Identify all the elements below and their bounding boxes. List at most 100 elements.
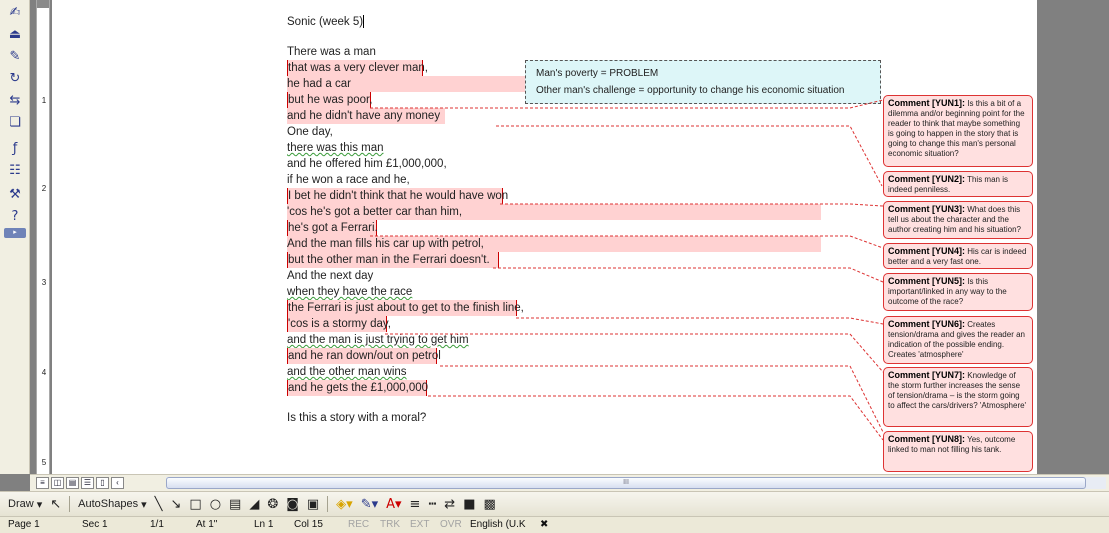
- clipart-icon[interactable]: ◙: [286, 497, 299, 512]
- spelling-status-icon[interactable]: ✖: [540, 519, 548, 530]
- story-line[interactable]: There was a man: [287, 44, 376, 60]
- story-line[interactable]: I bet he didn't think that he would have…: [287, 188, 508, 204]
- scrollbar-track[interactable]: III: [166, 477, 1106, 489]
- story-line[interactable]: he had a car: [287, 76, 527, 92]
- story-line[interactable]: and he ran down/out on petrol: [287, 348, 441, 364]
- comment-balloon[interactable]: Comment [YUN8]: Yes, outcome linked to m…: [883, 431, 1033, 472]
- story-line[interactable]: the Ferrari is just about to get to the …: [287, 300, 524, 316]
- print-view-icon[interactable]: ▤: [66, 477, 79, 489]
- arrow-style-icon[interactable]: ⇄: [444, 497, 455, 512]
- line-style-icon[interactable]: ≡: [410, 497, 421, 512]
- status-ovr[interactable]: OVR: [440, 519, 462, 530]
- callout-line: Man's poverty = PROBLEM: [536, 68, 659, 79]
- reading-view-icon[interactable]: ▯: [96, 477, 109, 489]
- status-page-of: 1/1: [150, 519, 164, 530]
- status-line: Ln 1: [254, 519, 274, 530]
- toolbar-separator: [69, 496, 71, 512]
- story-line[interactable]: if he won a race and he,: [287, 172, 410, 188]
- ink-annotation-icon[interactable]: ✍: [6, 4, 24, 22]
- story-line[interactable]: 'cos is a stormy day,: [287, 316, 391, 332]
- insert-comment-icon[interactable]: ❏: [6, 114, 24, 132]
- status-ext[interactable]: EXT: [410, 519, 429, 530]
- dash-style-icon[interactable]: ┅: [428, 497, 436, 512]
- comment-balloon[interactable]: Comment [YUN4]: His car is indeed better…: [883, 243, 1033, 269]
- table-icon[interactable]: ☷: [6, 162, 24, 180]
- arrow-icon[interactable]: ↘: [171, 497, 182, 512]
- refresh-icon[interactable]: ↻: [6, 70, 24, 88]
- status-section: Sec 1: [82, 519, 108, 530]
- toolbar-expand-icon[interactable]: ▸: [4, 228, 26, 238]
- comment-balloon[interactable]: Comment [YUN7]: Knowledge of the storm f…: [883, 367, 1033, 427]
- comment-label: Comment [YUN6]:: [888, 319, 966, 329]
- story-line[interactable]: and he offered him £1,000,000,: [287, 156, 447, 172]
- comment-label: Comment [YUN2]:: [888, 174, 966, 184]
- textbox-icon[interactable]: ▤: [229, 497, 241, 512]
- story-line[interactable]: And the man fills his car up with petrol…: [287, 236, 821, 252]
- ruler-mark: 5: [41, 458, 47, 467]
- oval-icon[interactable]: ○: [210, 497, 221, 512]
- story-line[interactable]: and the other man wins: [287, 364, 407, 380]
- status-trk[interactable]: TRK: [380, 519, 400, 530]
- toolbar-separator: [327, 496, 329, 512]
- comment-label: Comment [YUN8]:: [888, 434, 966, 444]
- font-color-icon[interactable]: A▾: [386, 497, 401, 512]
- story-line[interactable]: there was this man: [287, 140, 384, 156]
- shadow-icon[interactable]: ■: [463, 497, 475, 512]
- story-line[interactable]: but the other man in the Ferrari doesn't…: [287, 252, 499, 268]
- figure-icon[interactable]: ƒ: [6, 140, 24, 158]
- scroll-left-icon[interactable]: ‹: [111, 477, 124, 489]
- story-line[interactable]: and he didn't have any money: [287, 108, 445, 124]
- comment-label: Comment [YUN4]:: [888, 246, 966, 256]
- vertical-ruler[interactable]: 1 2 3 4 5: [36, 0, 50, 474]
- status-column: Col 15: [294, 519, 323, 530]
- compare-icon[interactable]: ⇆: [6, 92, 24, 110]
- ruler-mark: 3: [41, 278, 47, 287]
- page-margin-area: [1037, 0, 1109, 474]
- ruler-mark: 2: [41, 184, 47, 193]
- story-line[interactable]: but he was poor,: [287, 92, 372, 108]
- story-line[interactable]: And the next day: [287, 268, 373, 284]
- story-line[interactable]: One day,: [287, 124, 333, 140]
- story-line[interactable]: and the man is just trying to get him: [287, 332, 469, 348]
- web-view-icon[interactable]: ◫: [51, 477, 64, 489]
- picture-icon[interactable]: ▣: [307, 497, 319, 512]
- wordart-icon[interactable]: ◢: [249, 497, 259, 512]
- draw-menu-button[interactable]: Draw ▾: [8, 498, 42, 511]
- callout-textbox[interactable]: Man's poverty = PROBLEM Other man's chal…: [525, 60, 881, 104]
- tools-icon[interactable]: ⚒: [6, 186, 24, 204]
- edit-text-icon[interactable]: ✎: [6, 48, 24, 66]
- insert-frame-icon[interactable]: ⏏: [6, 26, 24, 44]
- outline-view-icon[interactable]: ☰: [81, 477, 94, 489]
- story-line[interactable]: and he gets the £1,000,000: [287, 380, 428, 396]
- line-icon[interactable]: ╲: [155, 497, 163, 512]
- 3d-icon[interactable]: ▩: [483, 497, 495, 512]
- status-language[interactable]: English (U.K: [470, 519, 526, 530]
- comment-balloon[interactable]: Comment [YUN1]: Is this a bit of a dilem…: [883, 95, 1033, 167]
- ruler-mark: 4: [41, 368, 47, 377]
- closing-question[interactable]: Is this a story with a moral?: [287, 410, 426, 426]
- line-color-icon[interactable]: ✎▾: [361, 497, 378, 512]
- status-at: At 1": [196, 519, 218, 530]
- story-line[interactable]: 'cos he's got a better car than him,: [287, 204, 821, 220]
- comment-balloon[interactable]: Comment [YUN5]: Is this important/linked…: [883, 273, 1033, 311]
- comment-balloon[interactable]: Comment [YUN2]: This man is indeed penni…: [883, 171, 1033, 197]
- story-line[interactable]: when they have the race: [287, 284, 412, 300]
- story-line[interactable]: he's got a Ferrari.: [287, 220, 378, 236]
- diagram-icon[interactable]: ❂: [267, 497, 278, 512]
- ruler-margin: [37, 0, 49, 8]
- story-line[interactable]: that was a very clever man,: [287, 60, 428, 76]
- comment-label: Comment [YUN1]:: [888, 98, 966, 108]
- status-rec[interactable]: REC: [348, 519, 369, 530]
- scrollbar-thumb[interactable]: III: [166, 477, 1086, 489]
- text-cursor: [363, 15, 365, 29]
- fill-color-icon[interactable]: ◈▾: [336, 497, 353, 512]
- ruler-mark: 1: [41, 96, 47, 105]
- help-icon[interactable]: ?: [6, 208, 24, 226]
- select-pointer-icon[interactable]: ↖: [50, 497, 61, 512]
- comment-balloon[interactable]: Comment [YUN6]: Creates tension/drama an…: [883, 316, 1033, 364]
- autoshapes-menu-button[interactable]: AutoShapes ▾: [78, 498, 147, 511]
- title-line[interactable]: Sonic (week 5): [287, 14, 365, 30]
- comment-balloon[interactable]: Comment [YUN3]: What does this tell us a…: [883, 201, 1033, 239]
- rectangle-icon[interactable]: □: [189, 497, 201, 512]
- normal-view-icon[interactable]: ≡: [36, 477, 49, 489]
